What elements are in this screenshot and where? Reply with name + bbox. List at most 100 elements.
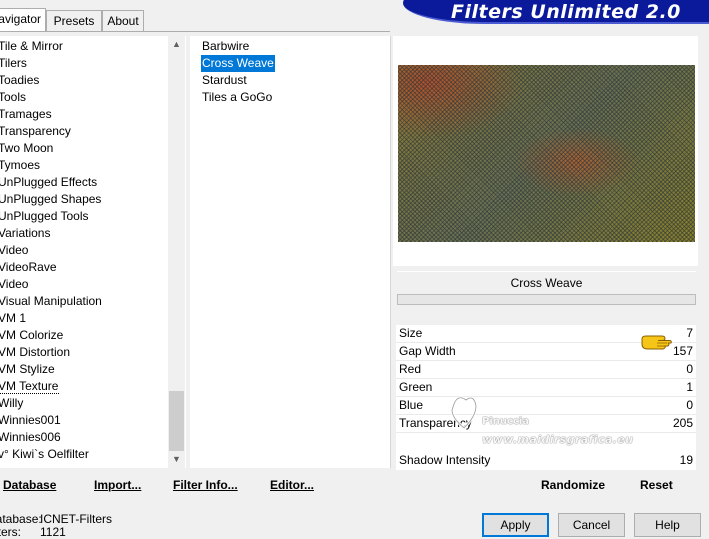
param-row-transparency[interactable]: Transparency 205	[396, 415, 696, 433]
tab-presets[interactable]: Presets	[46, 10, 102, 31]
category-list-item[interactable]: Variations	[0, 225, 51, 242]
category-list-item[interactable]: Tilers	[0, 55, 28, 72]
category-label: Transparency	[0, 124, 71, 138]
category-label: Tymoes	[0, 158, 41, 172]
editor-link[interactable]: Editor...	[270, 478, 314, 492]
filter-list-item[interactable]: Cross Weave	[201, 55, 275, 72]
import-link[interactable]: Import...	[94, 478, 141, 492]
tab-presets-label: Presets	[53, 14, 95, 28]
filters-count-value: 1121	[40, 525, 66, 539]
category-list-item[interactable]: Toadies	[0, 72, 40, 89]
filters-count-label: Filters:	[0, 525, 21, 539]
param-label: Size	[399, 326, 423, 340]
category-list-item[interactable]: UnPlugged Shapes	[0, 191, 102, 208]
category-label: VideoRave	[0, 260, 57, 274]
scroll-up-icon[interactable]: ▲	[168, 36, 185, 53]
category-list-item[interactable]: Winnies006	[0, 429, 62, 446]
category-list-item[interactable]: Tramages	[0, 106, 53, 123]
tab-divider	[0, 31, 390, 32]
database-link[interactable]: Database	[3, 478, 56, 492]
category-label: UnPlugged Effects	[0, 175, 98, 189]
param-label: Shadow Intensity	[399, 453, 491, 467]
param-value: 205	[672, 416, 693, 430]
category-label: Video	[0, 243, 29, 257]
param-value: 0	[686, 362, 693, 376]
category-label: Tilers	[0, 56, 27, 70]
category-label: VM Distortion	[0, 345, 71, 359]
category-list-item[interactable]: VM Stylize	[0, 361, 56, 378]
param-row-shadow-intensity[interactable]: Shadow Intensity 19	[396, 452, 696, 470]
category-label: Winnies006	[0, 430, 61, 444]
category-scrollbar[interactable]: ▲ ▼	[168, 36, 185, 468]
param-value: 1	[686, 380, 693, 394]
category-label: UnPlugged Tools	[0, 209, 89, 223]
param-value: 157	[672, 344, 693, 358]
randomize-button[interactable]: Randomize	[541, 478, 605, 492]
category-label: Tools	[0, 90, 27, 104]
param-row-green[interactable]: Green 1	[396, 379, 696, 397]
category-list-item[interactable]: Video	[0, 242, 29, 259]
tab-navigator-label: Navigator	[0, 12, 41, 26]
param-row-red[interactable]: Red 0	[396, 361, 696, 379]
category-label: Tramages	[0, 107, 52, 121]
category-list-item[interactable]: v° Kiwi`s Oelfilter	[0, 446, 90, 463]
category-label: Variations	[0, 226, 51, 240]
param-label: Blue	[399, 398, 424, 412]
category-label: v° Kiwi`s Oelfilter	[0, 447, 89, 461]
category-list-item[interactable]: VM Colorize	[0, 327, 64, 344]
filter-info-link[interactable]: Filter Info...	[173, 478, 238, 492]
category-label: VM Colorize	[0, 328, 64, 342]
category-label: VM 1	[0, 311, 27, 325]
category-list-item[interactable]: Visual Manipulation	[0, 293, 103, 310]
watermark-url: www.maidirsgrafica.eu	[482, 433, 634, 446]
filter-name-label: Cross Weave	[397, 271, 696, 294]
pointing-hand-icon	[641, 335, 672, 350]
category-label: VM Stylize	[0, 362, 55, 376]
filter-list-item[interactable]: Stardust	[202, 72, 247, 89]
apply-button[interactable]: Apply	[482, 513, 549, 537]
category-list-item[interactable]: Tools	[0, 89, 27, 106]
category-label: Willy	[0, 396, 24, 410]
list-divider	[390, 36, 391, 468]
category-label: Toadies	[0, 73, 40, 87]
category-list[interactable]: Tile & Mirror Tilers Toadies Tools Tramages T…	[0, 36, 186, 468]
scroll-thumb[interactable]	[169, 391, 184, 451]
category-label: Two Moon	[0, 141, 54, 155]
preview-image[interactable]	[398, 65, 695, 242]
category-list-item[interactable]: Video	[0, 276, 29, 293]
category-list-item[interactable]: Tile & Mirror	[0, 38, 64, 55]
category-list-item[interactable]: Two Moon	[0, 140, 54, 157]
category-label: Video	[0, 277, 29, 291]
filter-list[interactable]: Barbwire Cross Weave Stardust Tiles a GoGo	[190, 36, 390, 468]
param-value: 0	[686, 398, 693, 412]
banner-title: Filters Unlimited 2.0	[451, 1, 681, 23]
category-list-item[interactable]: VM 1	[0, 310, 27, 327]
param-label: Red	[399, 362, 422, 376]
category-list-item[interactable]: UnPlugged Tools	[0, 208, 90, 225]
category-list-item[interactable]: UnPlugged Effects	[0, 174, 98, 191]
param-row-blue[interactable]: Blue 0	[396, 397, 696, 415]
cancel-button[interactable]: Cancel	[558, 513, 625, 537]
reset-button[interactable]: Reset	[640, 478, 673, 492]
param-value: 7	[686, 326, 693, 340]
category-label: Visual Manipulation	[0, 294, 102, 308]
filter-list-item[interactable]: Tiles a GoGo	[202, 89, 272, 106]
category-list-item[interactable]: Tymoes	[0, 157, 41, 174]
tab-about-label: About	[107, 14, 139, 28]
database-info-label: Database:	[0, 512, 42, 526]
category-list-item[interactable]: Winnies001	[0, 412, 62, 429]
category-label: Tile & Mirror	[0, 39, 63, 53]
scroll-down-icon[interactable]: ▼	[168, 451, 185, 468]
help-button[interactable]: Help	[634, 513, 701, 537]
category-list-item[interactable]: Transparency	[0, 123, 72, 140]
category-list-item[interactable]: VM Texture	[0, 378, 60, 395]
filter-list-item[interactable]: Barbwire	[202, 38, 249, 55]
category-label: Winnies001	[0, 413, 61, 427]
category-list-item[interactable]: VM Distortion	[0, 344, 71, 361]
tab-navigator[interactable]: Navigator	[0, 8, 46, 31]
category-list-item[interactable]: VideoRave	[0, 259, 58, 276]
category-label: VM Texture	[0, 379, 60, 394]
category-list-item[interactable]: Willy	[0, 395, 24, 412]
watermark-name: Pinuccia	[482, 416, 530, 427]
tab-about[interactable]: About	[102, 10, 144, 31]
